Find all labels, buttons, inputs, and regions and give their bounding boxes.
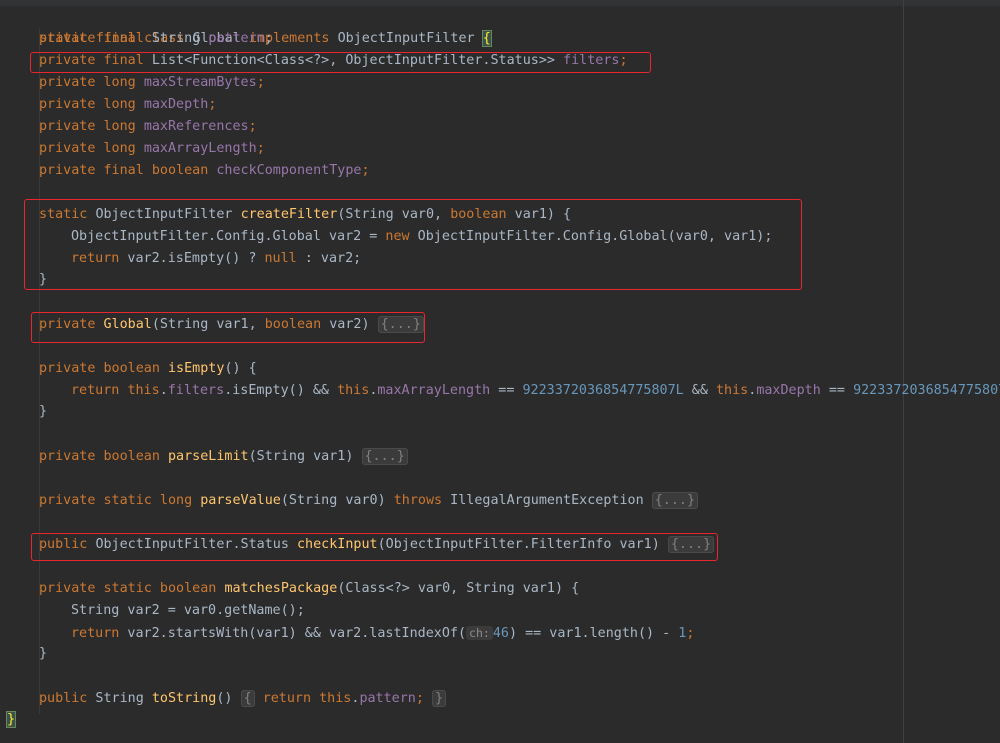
field-maxReferences[interactable]: private long maxReferences; bbox=[39, 116, 257, 138]
code-text: String var2 = var0.getName(); bbox=[71, 603, 305, 618]
class-declaration[interactable]: static final class Global implements Obj… bbox=[7, 6, 492, 47]
modifier: private long bbox=[39, 75, 136, 90]
brace: } bbox=[39, 646, 48, 661]
exception-type: IllegalArgumentException bbox=[442, 493, 652, 508]
field-pattern[interactable]: private final String pattern; bbox=[39, 28, 273, 50]
keyword: return bbox=[71, 626, 120, 641]
field-name: pattern bbox=[208, 31, 265, 46]
code-text: == bbox=[820, 383, 854, 398]
method-matchesPackage-signature[interactable]: private static boolean matchesPackage(Cl… bbox=[39, 578, 579, 600]
parameter-name-hint: ch: bbox=[466, 626, 493, 640]
field-ref: filters bbox=[167, 383, 225, 398]
code-text: ) == var1.length() - bbox=[508, 626, 679, 641]
field-type: String bbox=[151, 31, 201, 46]
modifier: private boolean bbox=[39, 449, 160, 464]
brace: } bbox=[39, 404, 48, 419]
folded-code-block[interactable]: {...} bbox=[361, 448, 408, 465]
highlight-box-constructor bbox=[31, 312, 425, 343]
modifier: private final bbox=[39, 31, 144, 46]
field-name: checkComponentType bbox=[216, 163, 362, 178]
return-type: String bbox=[87, 691, 152, 706]
code-text: && bbox=[683, 383, 716, 398]
field-ref: maxArrayLength bbox=[377, 383, 491, 398]
method-name: matchesPackage bbox=[224, 581, 338, 596]
method-name: toString bbox=[151, 691, 217, 706]
fold-close-brace[interactable]: } bbox=[432, 690, 447, 707]
closing-brace: } bbox=[39, 643, 47, 665]
class-closing-brace: } bbox=[5, 709, 17, 731]
semicolon: ; bbox=[686, 626, 695, 641]
number-literal: 46 bbox=[492, 626, 509, 641]
field-name: maxDepth bbox=[143, 97, 209, 112]
method-name: parseValue bbox=[200, 493, 281, 508]
semicolon: ; bbox=[415, 691, 424, 706]
modifier: private static boolean bbox=[39, 581, 217, 596]
keyword: return bbox=[262, 691, 312, 706]
highlight-box-createFilter bbox=[24, 199, 802, 290]
code-line[interactable]: return this.filters.isEmpty() && this.ma… bbox=[71, 380, 1000, 402]
field-name: maxArrayLength bbox=[143, 141, 257, 156]
number-literal: 9223372036854775807L bbox=[522, 383, 684, 398]
matched-brace-open: { bbox=[481, 30, 492, 47]
params: (String var0) bbox=[280, 493, 394, 508]
method-toString[interactable]: public String toString() { return this.p… bbox=[39, 688, 447, 710]
code-text: .isEmpty() && bbox=[224, 383, 338, 398]
closing-brace: } bbox=[39, 401, 47, 423]
keyword: this bbox=[716, 383, 749, 398]
field-maxDepth[interactable]: private long maxDepth; bbox=[39, 94, 216, 116]
modifier: private long bbox=[39, 141, 136, 156]
method-isEmpty-signature[interactable]: private boolean isEmpty() { bbox=[39, 358, 257, 380]
modifier: private long bbox=[39, 119, 136, 134]
field-ref: maxDepth bbox=[756, 383, 821, 398]
field-name: maxReferences bbox=[143, 119, 249, 134]
number-literal: 9223372036854775807 bbox=[853, 383, 1000, 398]
keyword: this bbox=[319, 691, 352, 706]
highlight-box-checkInput bbox=[31, 533, 718, 561]
method-name: parseLimit bbox=[168, 449, 249, 464]
fold-open-brace[interactable]: { bbox=[240, 690, 255, 707]
code-text: == bbox=[490, 383, 523, 398]
code-editor[interactable]: static final class Global implements Obj… bbox=[0, 0, 1000, 743]
modifier: private static long bbox=[39, 493, 193, 508]
interface-name: ObjectInputFilter bbox=[337, 31, 475, 46]
folded-code-block[interactable]: {...} bbox=[651, 492, 699, 509]
method-parseValue[interactable]: private static long parseValue(String va… bbox=[39, 490, 699, 512]
modifier: private long bbox=[39, 97, 136, 112]
keyword: this bbox=[127, 383, 160, 398]
code-line[interactable]: String var2 = var0.getName(); bbox=[71, 600, 305, 622]
field-checkComponentType[interactable]: private final boolean checkComponentType… bbox=[39, 160, 370, 182]
params: (Class<?> var0, String var1) { bbox=[337, 581, 580, 596]
params: () { bbox=[224, 361, 257, 376]
field-ref: pattern bbox=[359, 691, 416, 706]
keyword: this bbox=[337, 383, 370, 398]
method-name: isEmpty bbox=[168, 361, 225, 376]
modifier: private boolean bbox=[39, 361, 160, 376]
field-maxArrayLength[interactable]: private long maxArrayLength; bbox=[39, 138, 265, 160]
modifier: public bbox=[39, 691, 88, 706]
params: (String var1) bbox=[248, 449, 362, 464]
code-line[interactable]: return var2.startsWith(var1) && var2.las… bbox=[71, 622, 694, 644]
keyword: throws bbox=[393, 493, 443, 508]
field-name: maxStreamBytes bbox=[143, 75, 257, 90]
keyword: return bbox=[71, 383, 120, 398]
method-parseLimit[interactable]: private boolean parseLimit(String var1) … bbox=[39, 446, 408, 468]
matched-brace-close: } bbox=[5, 711, 17, 728]
highlight-box-filters bbox=[30, 52, 651, 73]
params: () bbox=[216, 691, 233, 706]
right-margin-guide bbox=[903, 0, 904, 743]
code-text: var2.startsWith(var1) && var2.lastIndexO… bbox=[119, 626, 467, 641]
field-maxStreamBytes[interactable]: private long maxStreamBytes; bbox=[39, 72, 265, 94]
modifier: private final boolean bbox=[39, 163, 209, 178]
